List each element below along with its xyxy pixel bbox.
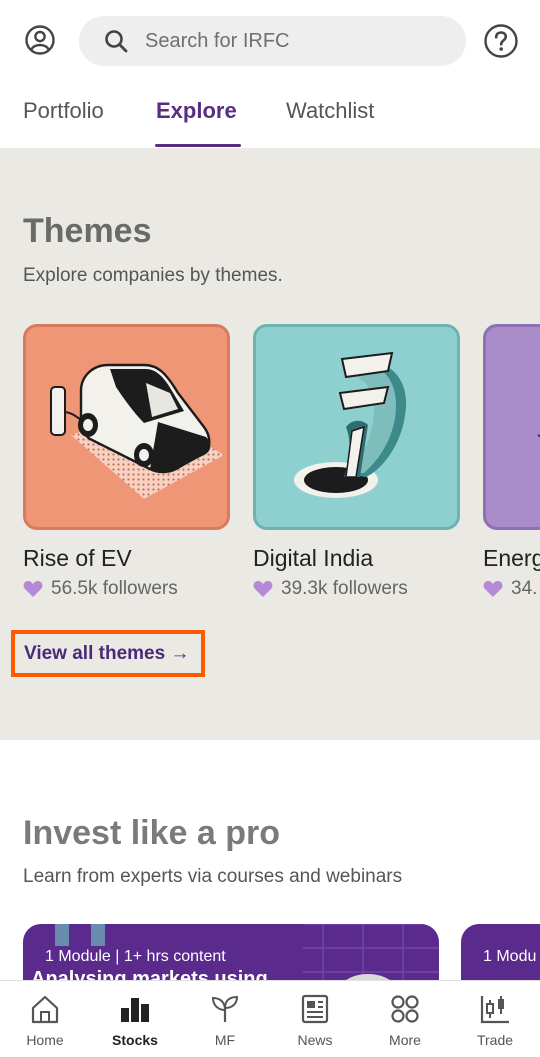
course-card[interactable]: 1 Modu xyxy=(461,924,540,980)
themes-title: Themes xyxy=(23,212,152,250)
invest-section: Invest like a pro Learn from experts via… xyxy=(0,740,540,980)
followers-count: 56.5k followers xyxy=(51,578,178,599)
theme-followers: 56.5k followers xyxy=(23,578,178,600)
heart-icon xyxy=(23,581,43,597)
nav-label: MF xyxy=(214,1032,236,1048)
profile-icon[interactable] xyxy=(22,22,58,58)
nav-label: More xyxy=(389,1032,421,1048)
heart-icon xyxy=(483,581,503,597)
nav-mf[interactable]: MF xyxy=(180,981,270,1057)
themes-subtitle: Explore companies by themes. xyxy=(23,265,283,286)
nav-home[interactable]: Home xyxy=(0,981,90,1057)
theme-name-digital-india[interactable]: Digital India xyxy=(253,545,373,572)
tab-explore[interactable]: Explore xyxy=(156,98,237,124)
ev-car-illustration xyxy=(50,363,224,499)
themes-section: Themes Explore companies by themes. Rise… xyxy=(0,148,540,740)
bottom-navigation: Home Stocks MF News More Trade xyxy=(0,980,540,1057)
candlestick-icon xyxy=(478,992,512,1026)
nav-trade[interactable]: Trade xyxy=(450,981,540,1057)
course-card[interactable]: 1 Module | 1+ hrs content Analysing mark… xyxy=(23,924,439,980)
theme-followers: 34. xyxy=(483,578,537,600)
course-meta: 1 Modu xyxy=(483,948,537,965)
nav-stocks[interactable]: Stocks xyxy=(90,981,180,1057)
nav-more[interactable]: More xyxy=(360,981,450,1057)
search-input[interactable] xyxy=(145,29,445,53)
newspaper-icon xyxy=(298,992,332,1026)
heart-icon xyxy=(253,581,273,597)
theme-name-energy[interactable]: Energ xyxy=(483,545,540,572)
main-tabs: Portfolio Explore Watchlist xyxy=(0,82,540,148)
invest-title: Invest like a pro xyxy=(23,814,280,852)
nav-label: Home xyxy=(26,1032,64,1048)
nav-label: Trade xyxy=(476,1032,514,1048)
followers-count: 39.3k followers xyxy=(281,578,408,599)
invest-subtitle: Learn from experts via courses and webin… xyxy=(23,866,403,887)
grid-icon xyxy=(388,992,422,1026)
search-icon xyxy=(101,26,131,56)
help-icon[interactable] xyxy=(482,22,520,60)
theme-card-digital-india[interactable] xyxy=(253,324,460,530)
nav-label: News xyxy=(297,1032,333,1048)
search-bar[interactable] xyxy=(79,16,466,66)
view-all-themes-label: View all themes → xyxy=(24,642,190,664)
theme-followers: 39.3k followers xyxy=(253,578,408,600)
theme-card-rise-of-ev[interactable] xyxy=(23,324,230,530)
course-title: Analysing markets using xyxy=(31,968,268,980)
theme-card-energy[interactable] xyxy=(483,324,540,530)
tab-watchlist[interactable]: Watchlist xyxy=(286,98,374,124)
tab-portfolio[interactable]: Portfolio xyxy=(23,98,104,124)
course-meta: 1 Module | 1+ hrs content xyxy=(45,948,226,965)
energy-illustration xyxy=(537,434,540,438)
nav-label: Stocks xyxy=(112,1032,158,1048)
view-all-themes-button[interactable]: View all themes → xyxy=(11,630,205,677)
theme-name-rise-of-ev[interactable]: Rise of EV xyxy=(23,545,132,572)
sprout-icon xyxy=(208,992,242,1026)
active-tab-indicator xyxy=(155,144,241,147)
nav-news[interactable]: News xyxy=(270,981,360,1057)
rupee-illustration xyxy=(294,351,407,498)
top-bar xyxy=(0,0,540,82)
followers-count: 34. xyxy=(511,578,538,599)
bar-chart-icon xyxy=(118,992,152,1026)
home-icon xyxy=(28,992,62,1026)
